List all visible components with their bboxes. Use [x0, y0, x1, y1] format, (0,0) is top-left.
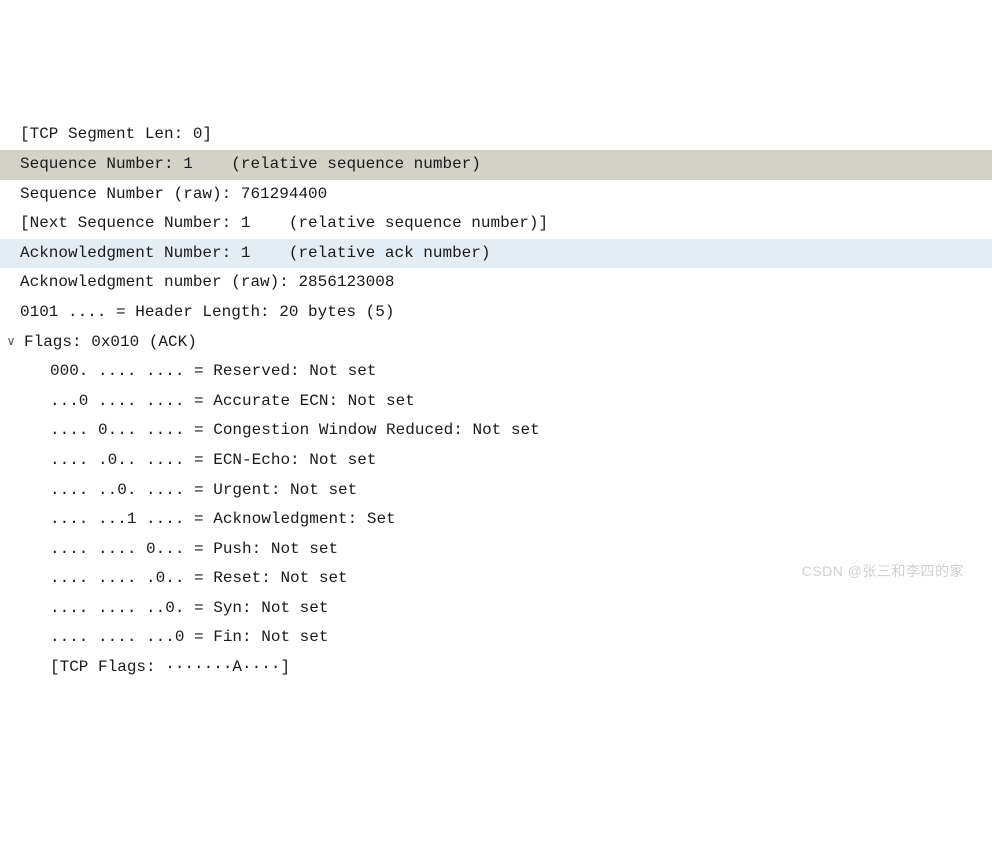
tree-row-label: [TCP Flags: ·······A····]	[50, 653, 290, 683]
tree-row[interactable]: Acknowledgment number (raw): 2856123008	[0, 268, 992, 298]
tree-row[interactable]: .... .... 0... = Push: Not set	[0, 535, 992, 565]
tree-row[interactable]: .... .... ...0 = Fin: Not set	[0, 623, 992, 653]
tree-row[interactable]: Sequence Number (raw): 761294400	[0, 180, 992, 210]
tree-row-label: Flags: 0x010 (ACK)	[24, 328, 197, 358]
chevron-down-icon[interactable]: ∨	[4, 331, 18, 353]
tree-row[interactable]: .... ..0. .... = Urgent: Not set	[0, 476, 992, 506]
tree-row[interactable]: .... 0... .... = Congestion Window Reduc…	[0, 416, 992, 446]
tree-row-label: .... 0... .... = Congestion Window Reduc…	[50, 416, 540, 446]
tree-row-label: Sequence Number: 1 (relative sequence nu…	[20, 150, 992, 180]
tree-row-label: .... .... 0... = Push: Not set	[50, 535, 338, 565]
tree-row-label: 000. .... .... = Reserved: Not set	[50, 357, 376, 387]
tree-row[interactable]: Sequence Number: 1 (relative sequence nu…	[0, 150, 992, 180]
tree-row-label: .... ..0. .... = Urgent: Not set	[50, 476, 357, 506]
tree-row[interactable]: .... .... ..0. = Syn: Not set	[0, 594, 992, 624]
tree-row-label: [TCP Segment Len: 0]	[20, 120, 212, 150]
tree-row[interactable]: ∨ Flags: 0x010 (ACK)	[0, 328, 992, 358]
tree-row-label: Acknowledgment number (raw): 2856123008	[20, 268, 394, 298]
tree-row-label: Sequence Number (raw): 761294400	[20, 180, 327, 210]
tree-row[interactable]: ...0 .... .... = Accurate ECN: Not set	[0, 387, 992, 417]
tree-row[interactable]: 000. .... .... = Reserved: Not set	[0, 357, 992, 387]
tree-row-label: .... ...1 .... = Acknowledgment: Set	[50, 505, 396, 535]
tree-row[interactable]: Acknowledgment Number: 1 (relative ack n…	[0, 239, 992, 269]
tree-row-label: 0101 .... = Header Length: 20 bytes (5)	[20, 298, 394, 328]
tree-row-label: [Next Sequence Number: 1 (relative seque…	[20, 209, 548, 239]
tree-row[interactable]: .... .0.. .... = ECN-Echo: Not set	[0, 446, 992, 476]
tree-row-label: Acknowledgment Number: 1 (relative ack n…	[20, 239, 992, 269]
tree-row[interactable]: 0101 .... = Header Length: 20 bytes (5)	[0, 298, 992, 328]
tree-row[interactable]: [TCP Segment Len: 0]	[0, 120, 992, 150]
tree-row-label: .... .... .0.. = Reset: Not set	[50, 564, 348, 594]
tree-row[interactable]: .... ...1 .... = Acknowledgment: Set	[0, 505, 992, 535]
tree-row[interactable]: [TCP Flags: ·······A····]	[0, 653, 992, 683]
tree-row[interactable]: .... .... .0.. = Reset: Not set	[0, 564, 992, 594]
tree-row-label: .... .... ..0. = Syn: Not set	[50, 594, 328, 624]
tree-row-label: ...0 .... .... = Accurate ECN: Not set	[50, 387, 415, 417]
tree-row-label: .... .0.. .... = ECN-Echo: Not set	[50, 446, 376, 476]
packet-details-tree[interactable]: [TCP Segment Len: 0]Sequence Number: 1 (…	[0, 120, 992, 682]
tree-row-label: .... .... ...0 = Fin: Not set	[50, 623, 328, 653]
tree-row[interactable]: [Next Sequence Number: 1 (relative seque…	[0, 209, 992, 239]
